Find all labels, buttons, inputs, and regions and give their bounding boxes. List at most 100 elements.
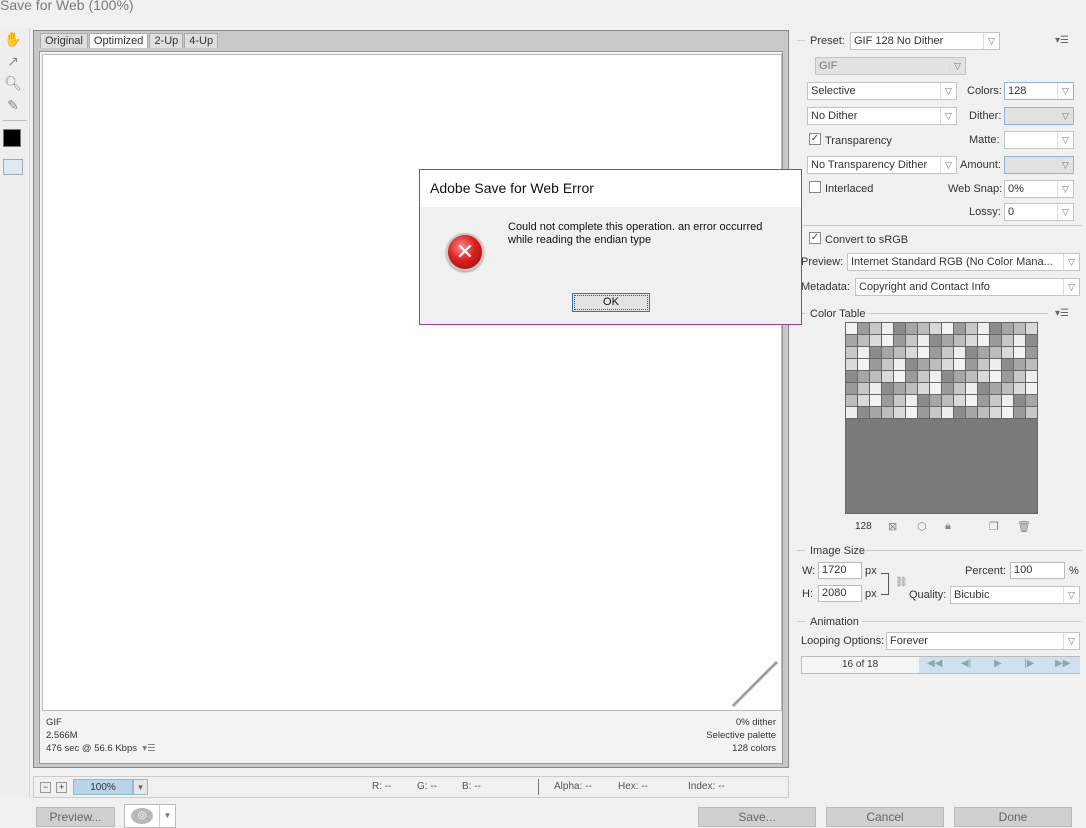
color-swatch[interactable]: [930, 359, 942, 371]
color-swatch[interactable]: [906, 395, 918, 407]
hand-tool-icon[interactable]: ✋: [4, 30, 22, 48]
color-swatch[interactable]: [990, 359, 1002, 371]
color-swatch[interactable]: [1002, 359, 1014, 371]
color-swatch[interactable]: [1014, 395, 1026, 407]
color-swatch[interactable]: [1026, 395, 1038, 407]
color-swatch[interactable]: [846, 407, 858, 419]
map-transparent-icon[interactable]: ⊠: [888, 520, 897, 533]
color-swatch[interactable]: [894, 323, 906, 335]
new-color-icon[interactable]: ❐: [989, 520, 999, 533]
matte-select[interactable]: ▽: [1004, 131, 1074, 149]
color-swatch[interactable]: [1014, 323, 1026, 335]
color-swatch[interactable]: [1026, 335, 1038, 347]
speed-menu-icon[interactable]: ▾☰: [142, 743, 155, 754]
color-swatch[interactable]: [1014, 359, 1026, 371]
color-swatch[interactable]: [918, 395, 930, 407]
color-swatch[interactable]: [966, 347, 978, 359]
color-swatch[interactable]: [858, 371, 870, 383]
color-swatch[interactable]: [942, 359, 954, 371]
color-swatch[interactable]: [1002, 347, 1014, 359]
color-table-grid[interactable]: [845, 322, 1038, 514]
reduction-select[interactable]: Selective ▽: [807, 82, 957, 100]
color-swatch[interactable]: [882, 371, 894, 383]
color-swatch[interactable]: [954, 335, 966, 347]
quality-select[interactable]: Bicubic ▽: [950, 586, 1080, 604]
color-swatch[interactable]: [930, 371, 942, 383]
color-swatch[interactable]: [1014, 383, 1026, 395]
color-swatch[interactable]: [1026, 371, 1038, 383]
previous-frame-icon[interactable]: ◀|: [961, 658, 971, 669]
slice-select-icon[interactable]: ↗: [4, 52, 22, 70]
color-swatch[interactable]: [906, 407, 918, 419]
color-swatch[interactable]: [930, 347, 942, 359]
color-swatch[interactable]: [1014, 371, 1026, 383]
color-swatch[interactable]: [882, 359, 894, 371]
color-swatch[interactable]: [942, 335, 954, 347]
color-swatch[interactable]: [858, 335, 870, 347]
transparency-checkbox[interactable]: ✓: [809, 133, 821, 145]
color-swatch[interactable]: [882, 335, 894, 347]
color-swatch[interactable]: [918, 383, 930, 395]
color-swatch[interactable]: [978, 335, 990, 347]
color-swatch[interactable]: [882, 407, 894, 419]
color-swatch[interactable]: [990, 407, 1002, 419]
dither-amount-field[interactable]: ▽: [1004, 107, 1074, 125]
eyedropper-icon[interactable]: ✎: [4, 96, 22, 114]
color-swatch[interactable]: [918, 335, 930, 347]
color-swatch[interactable]: [858, 383, 870, 395]
color-swatch[interactable]: [846, 323, 858, 335]
looping-options-select[interactable]: Forever ▽: [886, 632, 1080, 650]
color-swatch[interactable]: [870, 347, 882, 359]
color-swatch[interactable]: [1014, 335, 1026, 347]
preview-profile-select[interactable]: Internet Standard RGB (No Color Mana... ▽: [847, 253, 1080, 271]
color-swatch[interactable]: [930, 395, 942, 407]
color-swatch[interactable]: [1002, 395, 1014, 407]
color-swatch[interactable]: [1026, 407, 1038, 419]
color-swatch[interactable]: [894, 383, 906, 395]
zoom-icon[interactable]: 🔍︎: [4, 74, 22, 92]
width-field[interactable]: 1720: [818, 562, 862, 579]
color-swatch[interactable]: [954, 407, 966, 419]
color-swatch[interactable]: [978, 359, 990, 371]
color-swatch[interactable]: [942, 347, 954, 359]
web-snap-select[interactable]: 0% ▽: [1004, 180, 1074, 198]
chain-link-icon[interactable]: ⛓︎: [895, 577, 908, 588]
color-swatch[interactable]: [906, 383, 918, 395]
color-swatch[interactable]: [870, 395, 882, 407]
save-button[interactable]: Save...: [698, 807, 816, 827]
web-shift-icon[interactable]: ⬡: [917, 520, 927, 533]
color-swatch[interactable]: [1026, 383, 1038, 395]
zoom-out-button[interactable]: −: [40, 782, 51, 793]
color-swatch[interactable]: [978, 347, 990, 359]
image-preview[interactable]: [42, 54, 782, 711]
color-swatch[interactable]: [894, 395, 906, 407]
tab-original[interactable]: Original: [40, 33, 88, 48]
metadata-select[interactable]: Copyright and Contact Info ▽: [855, 278, 1080, 296]
color-swatch[interactable]: [942, 407, 954, 419]
color-swatch[interactable]: [978, 407, 990, 419]
color-swatch[interactable]: [1014, 347, 1026, 359]
color-swatch[interactable]: [966, 371, 978, 383]
color-swatch[interactable]: [846, 359, 858, 371]
color-swatch[interactable]: [954, 383, 966, 395]
color-swatch[interactable]: [918, 347, 930, 359]
color-swatch[interactable]: [894, 359, 906, 371]
color-swatch[interactable]: [918, 407, 930, 419]
play-icon[interactable]: ▶: [994, 658, 1002, 669]
color-swatch[interactable]: [966, 335, 978, 347]
color-swatches[interactable]: [846, 323, 1038, 419]
color-swatch[interactable]: [882, 323, 894, 335]
color-swatch[interactable]: [930, 335, 942, 347]
color-swatch[interactable]: [906, 323, 918, 335]
color-swatch[interactable]: [870, 407, 882, 419]
color-swatch[interactable]: [1002, 383, 1014, 395]
color-swatch[interactable]: [990, 347, 1002, 359]
color-swatch[interactable]: [978, 323, 990, 335]
dither-algorithm-select[interactable]: No Dither ▽: [807, 107, 957, 125]
color-swatch[interactable]: [870, 383, 882, 395]
first-frame-icon[interactable]: ◀◀: [927, 658, 942, 669]
zoom-dropdown-icon[interactable]: ▼: [133, 779, 148, 795]
tab-2-up[interactable]: 2-Up: [149, 33, 184, 48]
color-swatch[interactable]: [966, 395, 978, 407]
color-swatch[interactable]: [942, 323, 954, 335]
